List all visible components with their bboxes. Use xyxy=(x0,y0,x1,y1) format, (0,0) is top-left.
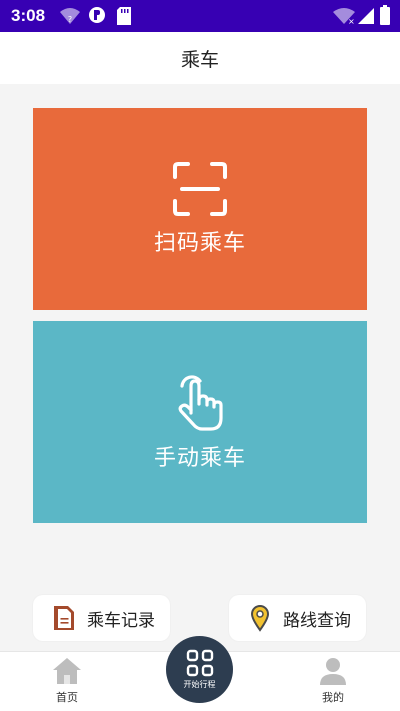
wifi-question-icon: ? xyxy=(60,8,80,24)
tab-home[interactable]: 首页 xyxy=(32,656,102,705)
wifi-off-icon: × xyxy=(333,8,355,25)
tab-home-label: 首页 xyxy=(56,691,78,704)
tab-mine[interactable]: 我的 xyxy=(298,656,368,705)
manual-ride-button[interactable]: 手动乘车 xyxy=(33,321,367,523)
battery-icon xyxy=(380,5,390,25)
qr-code-icon xyxy=(186,649,213,677)
scan-ride-label: 扫码乘车 xyxy=(153,231,246,256)
document-icon xyxy=(54,606,74,630)
location-pin-icon xyxy=(250,605,270,632)
scan-ride-button[interactable]: 扫码乘车 xyxy=(33,108,367,310)
user-icon xyxy=(320,658,346,685)
tab-mine-label: 我的 xyxy=(322,691,344,704)
sd-card-icon xyxy=(117,7,131,25)
svg-text:×: × xyxy=(348,17,355,25)
start-trip-label: 开始行程 xyxy=(183,680,216,689)
app-bar: 乘车 xyxy=(0,32,400,84)
page-title: 乘车 xyxy=(180,48,219,71)
route-query-label: 路线查询 xyxy=(283,610,351,631)
app-notification-icon xyxy=(89,7,105,23)
route-query-button[interactable]: 路线查询 xyxy=(229,595,366,641)
home-icon xyxy=(53,658,81,684)
manual-ride-label: 手动乘车 xyxy=(153,446,246,471)
status-time: 3:08 xyxy=(11,6,46,25)
tap-hand-icon xyxy=(178,375,223,431)
svg-text:?: ? xyxy=(68,15,72,24)
ride-record-label: 乘车记录 xyxy=(87,610,155,631)
start-trip-button[interactable]: 开始行程 xyxy=(166,636,233,703)
scan-frame-icon xyxy=(173,162,227,216)
ride-record-button[interactable]: 乘车记录 xyxy=(33,595,170,641)
signal-icon xyxy=(358,8,374,24)
status-bar: 3:08 ? × xyxy=(0,0,400,32)
